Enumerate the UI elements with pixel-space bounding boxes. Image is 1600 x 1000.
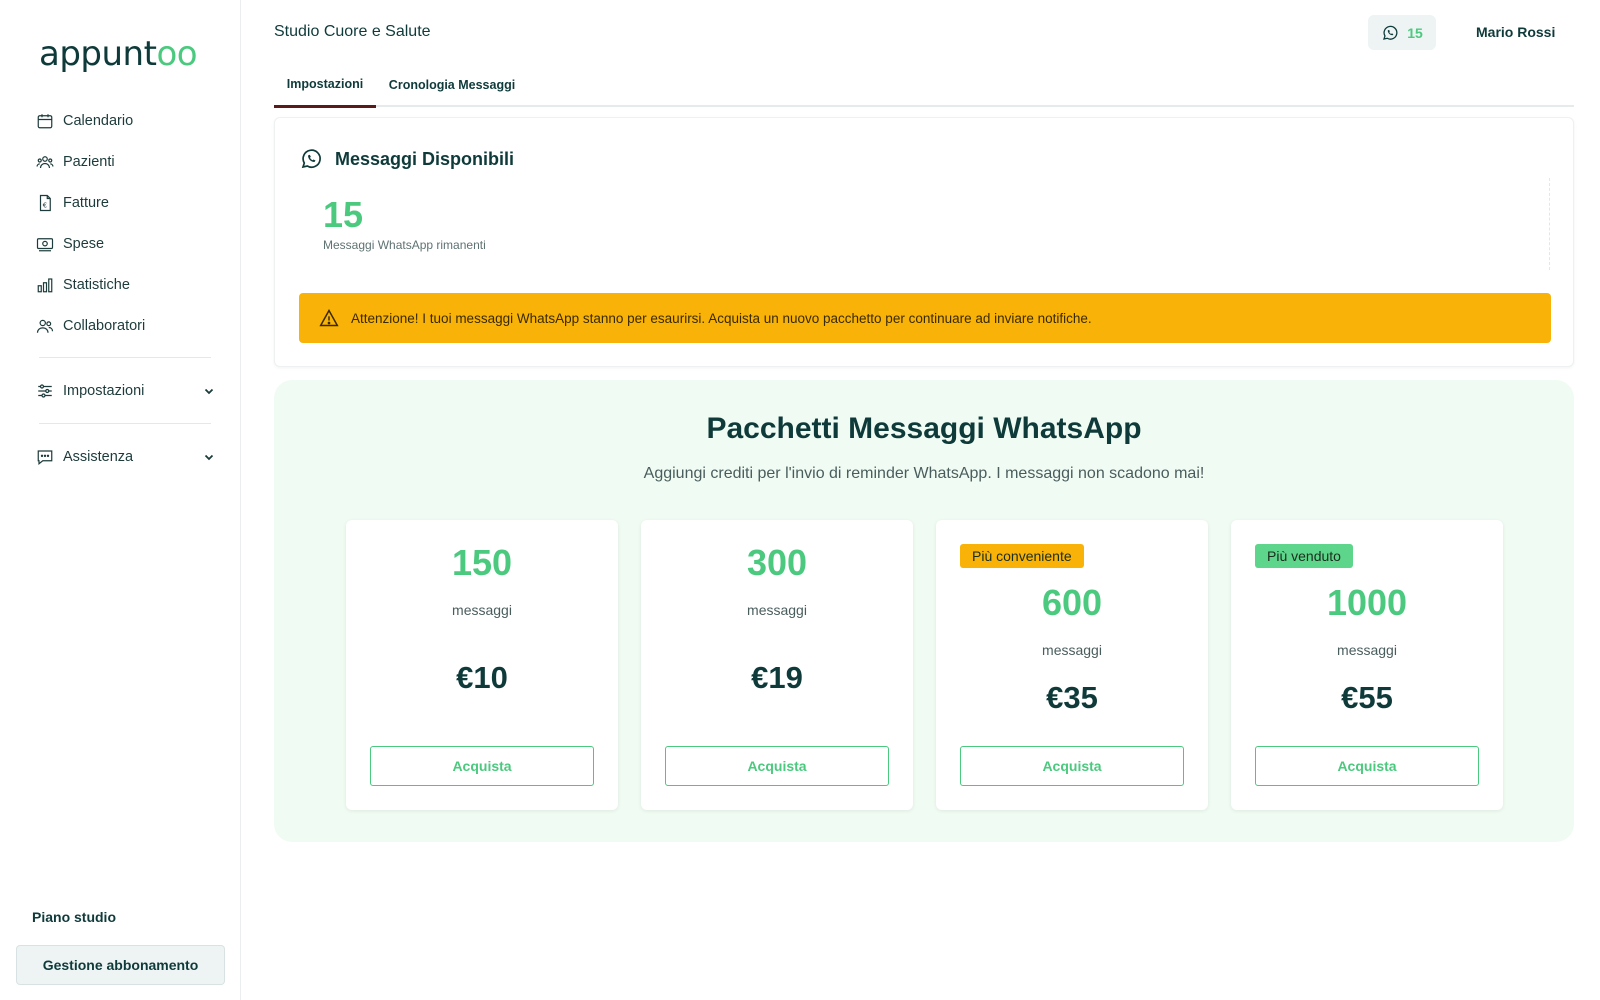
package-quantity: 1000 bbox=[1326, 582, 1408, 623]
available-messages-header: Messaggi Disponibili bbox=[299, 147, 514, 171]
package-unit: messaggi bbox=[1337, 642, 1397, 658]
package-quantity: 150 bbox=[451, 542, 513, 583]
sidebar-item-label: Pazienti bbox=[63, 153, 115, 170]
patients-icon bbox=[35, 152, 55, 172]
tab-bar: Impostazioni Cronologia Messaggi bbox=[274, 62, 1574, 108]
package-price: €55 bbox=[1341, 680, 1393, 715]
manage-subscription-button[interactable]: Gestione abbonamento bbox=[16, 945, 225, 985]
buy-button[interactable]: Acquista bbox=[665, 746, 889, 786]
tab-impostazioni[interactable]: Impostazioni bbox=[274, 62, 376, 108]
user-name[interactable]: Mario Rossi bbox=[1476, 24, 1555, 40]
sidebar-item-pazienti[interactable]: Pazienti bbox=[35, 141, 215, 182]
divider bbox=[1549, 178, 1550, 270]
chevron-down-icon[interactable] bbox=[203, 385, 215, 397]
invoice-icon: € bbox=[35, 193, 55, 213]
sidebar-item-impostazioni[interactable]: Impostazioni bbox=[35, 369, 215, 412]
sidebar-item-label: Assistenza bbox=[63, 448, 134, 465]
warning-icon bbox=[319, 308, 339, 327]
sidebar-item-spese[interactable]: Spese bbox=[35, 223, 215, 264]
package-price: €19 bbox=[751, 660, 803, 695]
studio-name: Studio Cuore e Salute bbox=[274, 23, 431, 40]
users-icon bbox=[35, 316, 55, 336]
package-card-600: Più conveniente 600 messaggi €35 Acquist… bbox=[936, 520, 1208, 810]
sidebar-item-label: Statistiche bbox=[63, 276, 130, 293]
sidebar-item-calendario[interactable]: Calendario bbox=[35, 100, 215, 141]
money-icon bbox=[35, 234, 55, 254]
available-messages-count: 15 bbox=[323, 194, 364, 235]
whatsapp-icon bbox=[1383, 25, 1398, 40]
buy-button[interactable]: Acquista bbox=[960, 746, 1184, 786]
calendar-icon bbox=[35, 111, 55, 131]
sidebar-item-fatture[interactable]: € Fatture bbox=[35, 182, 215, 223]
tab-cronologia-messaggi[interactable]: Cronologia Messaggi bbox=[376, 62, 528, 107]
buy-button[interactable]: Acquista bbox=[370, 746, 594, 786]
package-card-300: 300 messaggi €19 Acquista bbox=[641, 520, 913, 810]
package-price: €10 bbox=[456, 660, 508, 695]
package-card-150: 150 messaggi €10 Acquista bbox=[346, 520, 618, 810]
whatsapp-icon bbox=[301, 149, 321, 169]
sidebar-item-label: Spese bbox=[63, 235, 105, 252]
available-messages-subtitle: Messaggi WhatsApp rimanenti bbox=[323, 238, 486, 252]
bar-chart-icon bbox=[35, 275, 55, 295]
divider bbox=[39, 423, 211, 424]
packages-subtitle: Aggiungi crediti per l'invio di reminder… bbox=[643, 465, 1205, 482]
package-card-1000: Più venduto 1000 messaggi €55 Acquista bbox=[1231, 520, 1503, 810]
package-quantity: 300 bbox=[746, 542, 808, 583]
best-value-badge: Più conveniente bbox=[960, 544, 1084, 568]
sidebar-item-assistenza[interactable]: Assistenza bbox=[35, 435, 215, 478]
sidebar-item-collaboratori[interactable]: Collaboratori bbox=[35, 305, 215, 346]
sidebar-item-label: Collaboratori bbox=[63, 317, 146, 334]
svg-text:€: € bbox=[43, 201, 47, 209]
alert-message: Attenzione! I tuoi messaggi WhatsApp sta… bbox=[351, 310, 1092, 326]
sidebar: appuntoo Calendario Pazienti € Fatture S… bbox=[0, 0, 241, 1000]
whatsapp-count: 15 bbox=[1407, 24, 1423, 41]
packages-title: Pacchetti Messaggi WhatsApp bbox=[706, 412, 1142, 445]
divider bbox=[39, 357, 211, 358]
package-quantity: 600 bbox=[1041, 582, 1103, 623]
chevron-down-icon[interactable] bbox=[203, 451, 215, 463]
packages-section: Pacchetti Messaggi WhatsApp Aggiungi cre… bbox=[274, 380, 1574, 842]
whatsapp-credits-badge[interactable]: 15 bbox=[1368, 15, 1436, 50]
sliders-icon bbox=[35, 381, 55, 401]
sidebar-item-label: Impostazioni bbox=[63, 382, 145, 399]
available-messages-title: Messaggi Disponibili bbox=[335, 148, 515, 169]
chat-icon bbox=[35, 447, 55, 467]
package-unit: messaggi bbox=[452, 602, 512, 618]
package-unit: messaggi bbox=[1042, 642, 1102, 658]
low-credit-alert: Attenzione! I tuoi messaggi WhatsApp sta… bbox=[299, 293, 1551, 343]
sidebar-item-label: Calendario bbox=[63, 112, 134, 129]
sidebar-item-label: Fatture bbox=[63, 194, 109, 211]
available-messages-card: Messaggi Disponibili 15 Messaggi WhatsAp… bbox=[274, 117, 1574, 367]
buy-button[interactable]: Acquista bbox=[1255, 746, 1479, 786]
package-unit: messaggi bbox=[747, 602, 807, 618]
package-price: €35 bbox=[1046, 680, 1098, 715]
sidebar-nav: Calendario Pazienti € Fatture Spese Stat… bbox=[35, 100, 215, 478]
sidebar-item-statistiche[interactable]: Statistiche bbox=[35, 264, 215, 305]
best-seller-badge: Più venduto bbox=[1255, 544, 1353, 568]
app-logo[interactable]: appuntoo bbox=[39, 34, 198, 74]
plan-title: Piano studio bbox=[32, 909, 116, 925]
